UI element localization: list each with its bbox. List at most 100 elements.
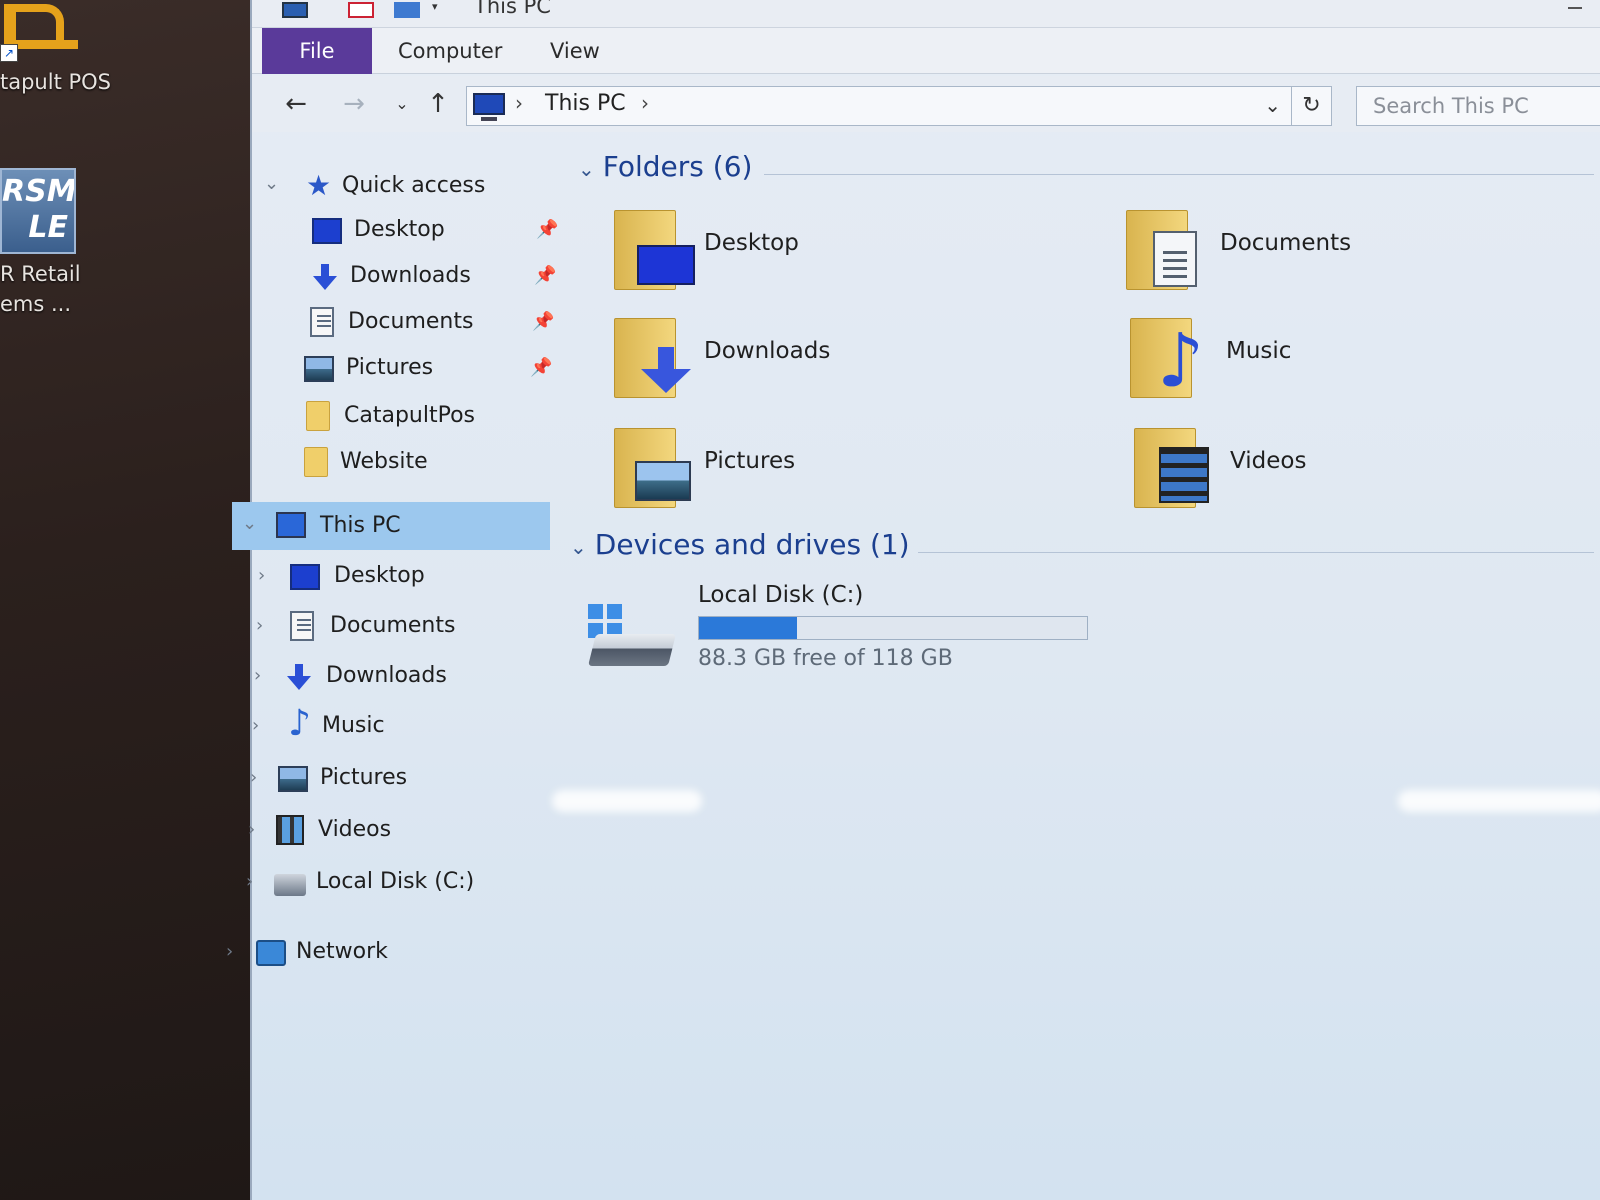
address-bar[interactable]: › This PC › ⌄ ↻	[466, 86, 1332, 126]
new-folder-icon[interactable]	[394, 2, 420, 18]
tree-this-pc[interactable]: ⌄ This PC	[232, 502, 550, 550]
chevron-right-icon[interactable]: ›	[250, 756, 270, 800]
tree-label: Network	[296, 939, 388, 964]
desktop-icon	[312, 218, 342, 244]
customize-toolbar-chevron-icon[interactable]: ▾	[432, 1, 446, 18]
tree-label: Documents	[330, 613, 456, 638]
chevron-right-icon[interactable]: ›	[248, 808, 268, 852]
this-pc-item-local-disk[interactable]: › Local Disk (C:)	[246, 860, 558, 904]
chevron-down-icon[interactable]: ⌄	[242, 500, 262, 548]
downloads-folder-icon	[614, 318, 691, 398]
quick-access-item-catapultpos[interactable]: CatapultPos	[304, 394, 558, 438]
chevron-down-icon[interactable]: ⌄	[264, 162, 284, 206]
screen-glare	[1398, 790, 1600, 812]
window-title: This PC	[474, 0, 551, 18]
this-pc-icon	[276, 512, 306, 538]
chevron-down-icon[interactable]: ⌄	[570, 535, 587, 559]
chevron-down-icon[interactable]: ⌄	[578, 157, 595, 181]
pictures-folder-icon	[614, 428, 691, 508]
chevron-right-icon[interactable]: ›	[226, 930, 246, 974]
folder-label: Downloads	[704, 338, 831, 364]
chevron-right-icon[interactable]: ›	[254, 654, 274, 698]
this-pc-item-documents[interactable]: › Documents	[256, 604, 558, 648]
recent-locations-button[interactable]: ⌄	[384, 86, 420, 122]
pin-icon[interactable]: 📌	[536, 208, 558, 252]
desktop-background: ↗ tapult POS RSM LE R Retail ems ...	[0, 0, 260, 1200]
devices-group-header[interactable]: ⌄ Devices and drives (1)	[570, 528, 910, 561]
this-pc-item-desktop[interactable]: › Desktop	[258, 554, 558, 598]
tree-label: Documents	[348, 309, 474, 334]
desktop-shortcut-label-2: ems ...	[0, 292, 72, 316]
chevron-right-icon[interactable]: ›	[252, 704, 272, 748]
quick-access-item-documents[interactable]: Documents 📌	[308, 300, 558, 344]
search-input[interactable]: Search This PC	[1356, 86, 1600, 126]
tab-view[interactable]: View	[540, 28, 610, 74]
breadcrumb-separator-icon[interactable]: ›	[641, 91, 649, 115]
tree-label: Desktop	[334, 563, 425, 588]
pictures-icon	[278, 766, 308, 792]
documents-icon	[310, 307, 334, 337]
tree-label: Pictures	[320, 765, 408, 790]
quick-access-item-downloads[interactable]: Downloads 📌	[310, 254, 558, 298]
tree-network[interactable]: › Network	[226, 930, 558, 974]
refresh-button[interactable]: ↻	[1291, 87, 1331, 125]
folder-tile-documents[interactable]: Documents	[1126, 210, 1586, 306]
tree-label: Downloads	[326, 663, 447, 688]
chevron-right-icon[interactable]: ›	[258, 554, 278, 598]
group-divider	[764, 174, 1594, 175]
chevron-right-icon[interactable]: ›	[256, 604, 276, 648]
drive-name: Local Disk (C:)	[698, 582, 864, 608]
drive-tile-local-disk[interactable]: Local Disk (C:) 88.3 GB free of 118 GB	[588, 582, 1108, 682]
tab-computer[interactable]: Computer	[388, 28, 512, 74]
this-pc-item-music[interactable]: › Music	[252, 702, 558, 748]
quick-access-item-desktop[interactable]: Desktop 📌	[312, 208, 558, 252]
breadcrumb-separator-icon[interactable]: ›	[515, 91, 523, 115]
tree-label: Videos	[318, 817, 392, 842]
folder-tile-desktop[interactable]: Desktop	[614, 210, 1074, 306]
this-pc-item-downloads[interactable]: › Downloads	[254, 654, 558, 698]
quick-access-item-pictures[interactable]: Pictures 📌	[304, 346, 558, 390]
folder-tile-pictures[interactable]: Pictures	[614, 428, 1074, 524]
desktop-shortcut-label: tapult POS	[0, 70, 112, 94]
computer-icon[interactable]	[282, 2, 308, 18]
documents-folder-icon	[1126, 210, 1197, 290]
tab-file[interactable]: File	[262, 28, 372, 74]
downloads-icon	[284, 664, 314, 690]
windows-drive-icon	[588, 604, 676, 670]
documents-icon	[290, 611, 314, 641]
screen-glare	[552, 790, 702, 812]
group-header-label: Devices and drives (1)	[594, 528, 910, 561]
pin-icon[interactable]: 📌	[532, 300, 554, 344]
chevron-right-icon[interactable]: ›	[246, 860, 266, 904]
pin-icon[interactable]: 📌	[534, 254, 556, 298]
catapult-pos-logo-icon: ↗	[0, 0, 78, 62]
breadcrumb-this-pc[interactable]: This PC	[545, 91, 626, 116]
minimize-button[interactable]	[1560, 0, 1590, 20]
folder-label: Documents	[1220, 230, 1352, 256]
folders-group-header[interactable]: ⌄ Folders (6)	[578, 150, 752, 183]
title-bar: ▾ This PC	[252, 0, 1600, 28]
desktop-shortcut-rsm-retail[interactable]: RSM LE R Retail ems ...	[0, 168, 120, 328]
this-pc-icon	[473, 93, 505, 121]
folder-tile-music[interactable]: Music	[1130, 318, 1590, 414]
drive-usage-fill	[699, 617, 797, 639]
folder-label: Desktop	[704, 230, 799, 256]
pin-icon[interactable]: 📌	[530, 346, 552, 390]
folder-label: Pictures	[704, 448, 796, 474]
folder-tile-videos[interactable]: Videos	[1134, 428, 1594, 524]
pictures-icon	[304, 356, 334, 382]
tree-quick-access[interactable]: ⌄ Quick access	[264, 164, 554, 208]
quick-access-item-website[interactable]: Website	[302, 440, 558, 484]
downloads-icon	[310, 264, 340, 290]
properties-icon[interactable]	[348, 2, 374, 18]
this-pc-item-videos[interactable]: › Videos	[248, 808, 558, 852]
forward-button[interactable]: →	[336, 86, 372, 122]
group-header-label: Folders (6)	[602, 150, 753, 183]
back-button[interactable]: ←	[278, 86, 314, 122]
this-pc-item-pictures[interactable]: › Pictures	[250, 756, 558, 800]
folder-tile-downloads[interactable]: Downloads	[614, 318, 1074, 414]
address-dropdown-icon[interactable]: ⌄	[1264, 93, 1281, 117]
quick-access-star-icon	[306, 164, 336, 208]
desktop-shortcut-catapult-pos[interactable]: ↗ tapult POS	[0, 0, 120, 110]
up-button[interactable]: ↑	[420, 86, 456, 122]
